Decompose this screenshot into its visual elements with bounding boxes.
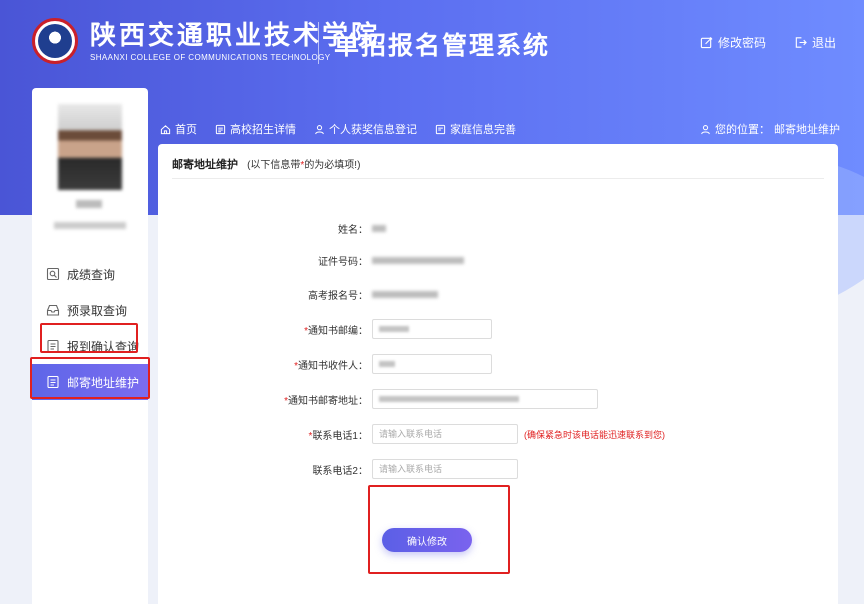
logout-label: 退出 bbox=[811, 36, 836, 50]
sidebar-menu: 成绩查询 预录取查询 报到确认查询 邮寄地址维护 bbox=[32, 256, 148, 400]
logout-icon bbox=[795, 37, 807, 48]
change-password-label: 修改密码 bbox=[717, 36, 766, 50]
phone1-label: *联系电话1： bbox=[308, 430, 368, 442]
name-row: 姓名： bbox=[158, 218, 386, 238]
phone1-input[interactable] bbox=[372, 424, 518, 444]
sidebar-item-score-query[interactable]: 成绩查询 bbox=[32, 256, 148, 292]
sidebar-item-label: 成绩查询 bbox=[67, 267, 116, 282]
school-logo-block: 陕西交通职业技术学院 SHAANXI COLLEGE OF COMMUNICAT… bbox=[32, 18, 380, 64]
phone2-input[interactable] bbox=[372, 459, 518, 479]
sidebar-item-mailing-address[interactable]: 邮寄地址维护 bbox=[32, 364, 148, 400]
nav-award-label: 个人获奖信息登记 bbox=[329, 124, 417, 136]
phone1-row: *联系电话1： (确保紧急时该电话能迅速联系到您) bbox=[158, 424, 665, 444]
name-label: 姓名： bbox=[338, 224, 368, 236]
school-emblem-icon bbox=[32, 18, 78, 64]
sidebar-item-label: 预录取查询 bbox=[67, 303, 128, 318]
sidebar-item-checkin-confirm[interactable]: 报到确认查询 bbox=[32, 328, 148, 364]
breadcrumb-nav: 首页 高校招生详情 个人获奖信息登记 家庭信息完善 您的位置： 邮寄地址维护 bbox=[160, 119, 840, 139]
id-label: 证件号码： bbox=[318, 256, 368, 268]
nav-home-label: 首页 bbox=[175, 124, 197, 136]
user-id-redacted bbox=[54, 222, 126, 229]
phone2-row: 联系电话2： bbox=[158, 459, 518, 479]
exam-no-row: 高考报名号： bbox=[158, 284, 438, 304]
nav-family-label: 家庭信息完善 bbox=[450, 124, 516, 136]
user-name-redacted bbox=[76, 200, 102, 208]
name-value-redacted bbox=[372, 224, 386, 232]
edit-icon bbox=[700, 36, 713, 49]
change-password-link[interactable]: 修改密码 bbox=[700, 34, 766, 51]
nav-admission-label: 高校招生详情 bbox=[230, 124, 296, 136]
logout-link[interactable]: 退出 bbox=[794, 34, 836, 51]
address-label: *通知书邮寄地址： bbox=[284, 395, 368, 407]
address-row: *通知书邮寄地址： bbox=[158, 389, 598, 409]
current-location: 您的位置： 邮寄地址维护 bbox=[700, 121, 840, 137]
form-title: 邮寄地址维护 bbox=[172, 159, 238, 171]
location-value: 邮寄地址维护 bbox=[774, 124, 840, 136]
doc-edit-icon bbox=[435, 124, 446, 134]
postcode-label: *通知书邮编： bbox=[304, 325, 368, 337]
phone2-label: 联系电话2： bbox=[312, 465, 368, 477]
list-doc-icon bbox=[47, 375, 59, 389]
confirm-button[interactable]: 确认修改 bbox=[382, 528, 472, 552]
postcode-row: *通知书邮编： bbox=[158, 319, 492, 339]
document-icon bbox=[215, 124, 226, 134]
sidebar-item-pre-admission[interactable]: 预录取查询 bbox=[32, 292, 148, 328]
phone1-hint: (确保紧急时该电话能迅速联系到您) bbox=[524, 429, 665, 440]
recipient-input[interactable] bbox=[372, 354, 492, 374]
nav-award-register[interactable]: 个人获奖信息登记 bbox=[314, 121, 417, 137]
main-panel: 邮寄地址维护 (以下信息带*的为必填项!) 姓名： 证件号码： 高考报名号： *… bbox=[158, 144, 838, 604]
exam-no-label: 高考报名号： bbox=[308, 290, 368, 302]
home-icon bbox=[160, 124, 171, 134]
recipient-label: *通知书收件人： bbox=[294, 360, 368, 372]
search-doc-icon bbox=[46, 267, 60, 281]
exam-no-value-redacted bbox=[372, 290, 438, 298]
form-title-row: 邮寄地址维护 (以下信息带*的为必填项!) bbox=[172, 156, 360, 172]
sidebar-item-label: 邮寄地址维护 bbox=[67, 375, 140, 390]
required-note: (以下信息带*的为必填项!) bbox=[247, 160, 361, 171]
user-icon bbox=[315, 124, 324, 134]
list-doc-icon bbox=[47, 339, 59, 353]
address-input[interactable] bbox=[372, 389, 598, 409]
sidebar: 成绩查询 预录取查询 报到确认查询 邮寄地址维护 bbox=[32, 88, 148, 604]
sidebar-item-label: 报到确认查询 bbox=[67, 339, 140, 354]
title-divider bbox=[172, 178, 824, 179]
user-location-icon bbox=[701, 124, 710, 134]
inbox-icon bbox=[46, 304, 60, 316]
id-row: 证件号码： bbox=[158, 250, 464, 270]
recipient-row: *通知书收件人： bbox=[158, 354, 492, 374]
nav-admission-details[interactable]: 高校招生详情 bbox=[215, 121, 296, 137]
location-label: 您的位置： bbox=[715, 124, 770, 136]
system-title: 单招报名管理系统 bbox=[334, 32, 551, 60]
nav-family-info[interactable]: 家庭信息完善 bbox=[435, 121, 516, 137]
nav-home[interactable]: 首页 bbox=[160, 121, 197, 137]
postcode-input[interactable] bbox=[372, 319, 492, 339]
header-actions: 修改密码 退出 bbox=[700, 34, 836, 51]
header-divider bbox=[318, 22, 319, 64]
id-value-redacted bbox=[372, 256, 464, 264]
avatar bbox=[58, 104, 122, 190]
